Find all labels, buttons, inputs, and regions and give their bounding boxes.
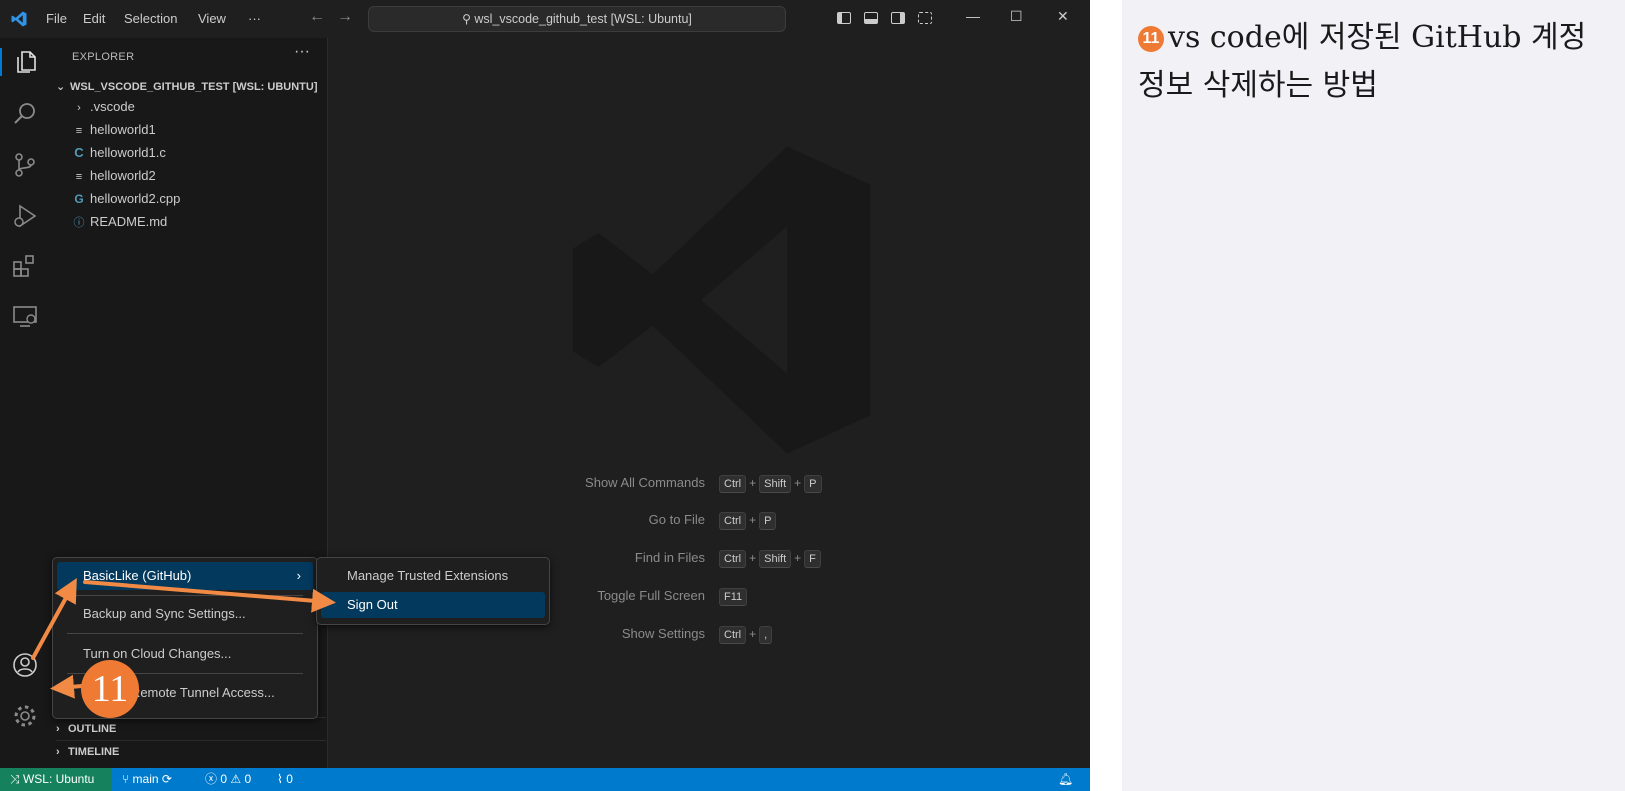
- text-file-icon: ≡: [75, 125, 83, 137]
- cpp-file-icon: G: [74, 192, 84, 206]
- shortcut-show-settings: Show Settings Ctrl +,: [560, 625, 773, 644]
- file-item-helloworld1-c[interactable]: Chelloworld1.c: [70, 142, 166, 164]
- toggle-panel-icon[interactable]: [864, 12, 878, 24]
- search-icon[interactable]: [11, 100, 39, 128]
- minimize-icon[interactable]: —: [966, 8, 980, 24]
- c-file-icon: C: [74, 145, 84, 160]
- warning-icon: ⚠: [230, 772, 242, 786]
- menu-file[interactable]: File: [46, 11, 67, 26]
- file-item-readme[interactable]: ⓘ README.md: [70, 211, 168, 233]
- explorer-icon[interactable]: [0, 48, 52, 76]
- vscode-watermark-icon: [572, 146, 871, 454]
- step-badge: 11: [81, 660, 139, 718]
- shortcut-toggle-full-screen: Toggle Full Screen F11: [560, 587, 748, 606]
- remote-explorer-icon[interactable]: [11, 302, 39, 330]
- menu-view[interactable]: View: [198, 11, 226, 26]
- menu-item-github-account[interactable]: BasicLike (GitHub) ›: [57, 562, 313, 590]
- remote-icon: ⤨: [10, 772, 20, 786]
- note-text: 11 vs code에 저장된 GitHub 계정정보 삭제하는 방법: [1138, 20, 1587, 103]
- extensions-icon[interactable]: [11, 252, 39, 280]
- file-item-helloworld1[interactable]: ≡ helloworld1: [70, 119, 156, 141]
- shortcut-go-to-file: Go to File Ctrl + P: [560, 511, 777, 530]
- file-item-helloworld2-cpp[interactable]: Ghelloworld2.cpp: [70, 188, 180, 210]
- run-debug-icon[interactable]: [11, 202, 39, 230]
- menu-separator: [67, 595, 303, 596]
- chevron-down-icon: ⌄: [56, 81, 66, 93]
- gear-icon[interactable]: [11, 702, 39, 730]
- toggle-primary-sidebar-icon[interactable]: [837, 12, 851, 24]
- sidebar-more-button[interactable]: ···: [294, 43, 310, 61]
- note-step-badge: 11: [1138, 26, 1164, 52]
- chevron-right-icon: ›: [56, 746, 60, 758]
- branch-indicator[interactable]: ⑂ main ⟳: [122, 768, 172, 791]
- branch-icon: ⑂: [122, 772, 130, 786]
- chevron-right-icon: ›: [296, 568, 301, 583]
- error-icon: ⓧ: [205, 772, 218, 786]
- info-icon: ⓘ: [73, 217, 85, 229]
- toggle-secondary-sidebar-icon[interactable]: [891, 12, 905, 24]
- status-bar: ⤨ WSL: Ubuntu ⑂ main ⟳ ⓧ 0 ⚠ 0 ⌇ 0 🔔︎: [0, 768, 1090, 791]
- notifications-bell-icon[interactable]: 🔔︎: [1058, 768, 1073, 791]
- maximize-icon[interactable]: ☐: [1010, 8, 1023, 25]
- ports-indicator[interactable]: ⌇ 0: [277, 768, 293, 791]
- remote-indicator[interactable]: ⤨ WSL: Ubuntu: [0, 768, 112, 791]
- problems-indicator[interactable]: ⓧ 0 ⚠ 0: [205, 768, 251, 791]
- menu-item-sign-out[interactable]: Sign Out: [321, 592, 545, 618]
- github-account-submenu: Manage Trusted Extensions Sign Out: [316, 557, 550, 625]
- menu-item-backup-sync[interactable]: Backup and Sync Settings...: [57, 600, 313, 628]
- shortcut-find-in-files: Find in Files Ctrl + Shift + F: [560, 549, 821, 568]
- file-item-vscode[interactable]: › .vscode: [70, 96, 135, 118]
- activity-bar: [0, 38, 50, 768]
- shortcut-show-all-commands: Show All Commands Ctrl + Shift + P: [560, 474, 822, 493]
- chevron-right-icon: ›: [56, 723, 60, 735]
- command-center-search[interactable]: ⚲ wsl_vscode_github_test [WSL: Ubuntu]: [368, 6, 786, 32]
- menu-item-manage-trusted-extensions[interactable]: Manage Trusted Extensions: [321, 563, 545, 589]
- broadcast-icon: ⌇: [277, 772, 283, 786]
- note-panel: 11 vs code에 저장된 GitHub 계정정보 삭제하는 방법: [1122, 0, 1625, 791]
- sidebar-title: EXPLORER: [72, 51, 135, 63]
- chevron-right-icon: ›: [77, 102, 81, 114]
- workspace-root-folder[interactable]: ⌄ WSL_VSCODE_GITHUB_TEST [WSL: UBUNTU]: [56, 80, 318, 93]
- accounts-icon[interactable]: [11, 651, 39, 679]
- close-icon[interactable]: ✕: [1057, 8, 1069, 25]
- timeline-section[interactable]: › TIMELINE: [56, 740, 326, 763]
- sync-icon: ⟳: [161, 772, 172, 786]
- forward-arrow-icon[interactable]: →: [337, 8, 353, 26]
- source-control-icon[interactable]: [11, 151, 39, 179]
- menu-selection[interactable]: Selection: [124, 11, 177, 26]
- outline-section[interactable]: › OUTLINE: [56, 717, 326, 740]
- title-bar: File Edit Selection View ··· ← → ⚲ wsl_v…: [0, 0, 1090, 38]
- menu-more[interactable]: ···: [248, 11, 261, 26]
- customize-layout-icon[interactable]: [918, 12, 932, 24]
- menu-edit[interactable]: Edit: [83, 11, 105, 26]
- vscode-window: File Edit Selection View ··· ← → ⚲ wsl_v…: [0, 0, 1090, 791]
- text-file-icon: ≡: [75, 171, 83, 183]
- vscode-logo-icon: [11, 11, 27, 27]
- file-item-helloworld2[interactable]: ≡ helloworld2: [70, 165, 156, 187]
- menu-separator: [67, 633, 303, 634]
- back-arrow-icon[interactable]: ←: [309, 8, 325, 26]
- search-icon: ⚲: [462, 12, 471, 26]
